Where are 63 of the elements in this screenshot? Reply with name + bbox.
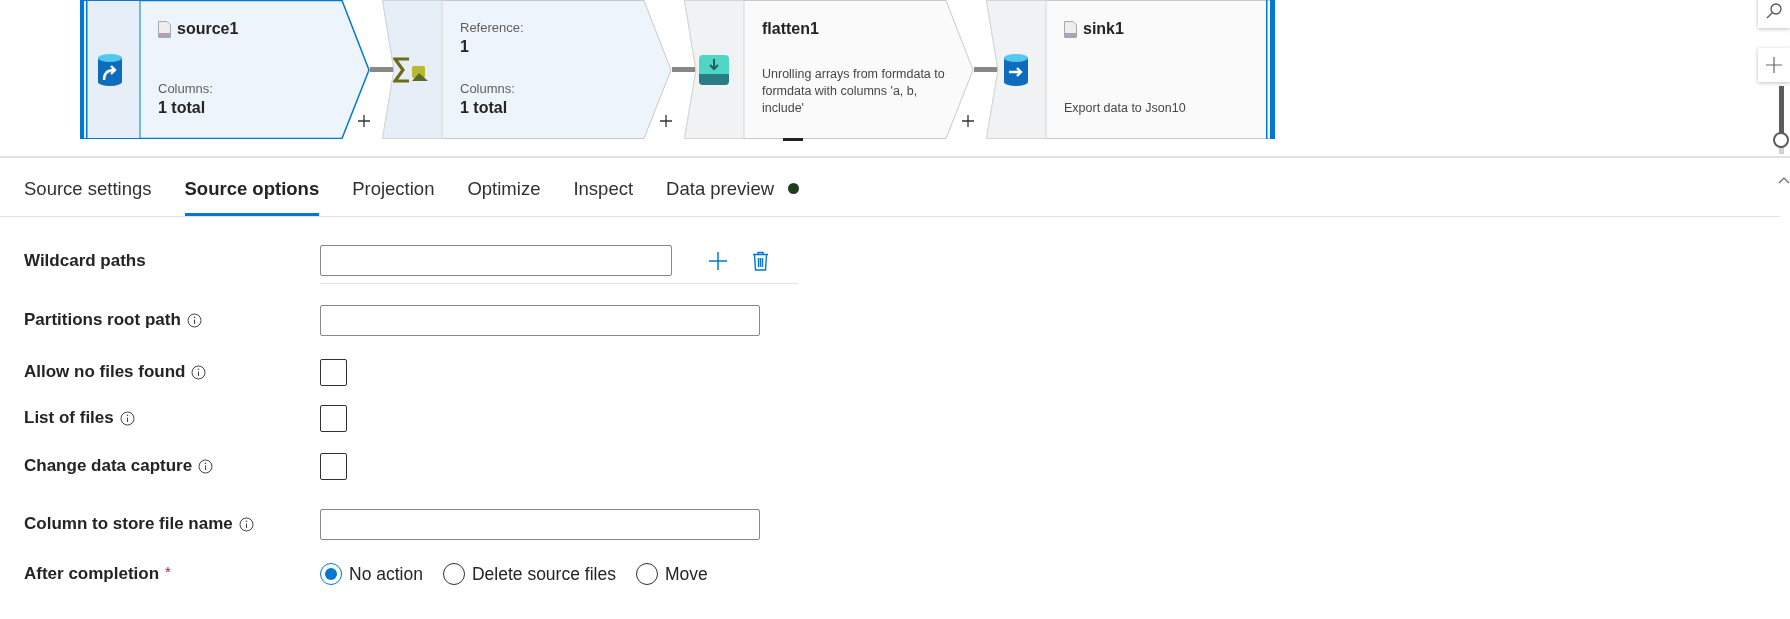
node-title: flatten1 — [762, 20, 819, 38]
database-arrow-icon — [97, 52, 123, 87]
trash-icon — [752, 250, 769, 271]
radio-option[interactable]: Delete source files — [442, 563, 616, 585]
node-description: Export data to Json10 — [1064, 100, 1187, 117]
plus-icon — [962, 115, 974, 127]
field-label: Column to store file name — [24, 514, 233, 534]
plus-icon — [708, 250, 728, 271]
info-icon[interactable] — [119, 410, 135, 426]
text-field[interactable] — [320, 245, 672, 276]
plus-icon — [358, 115, 370, 127]
field-label: Partitions root path — [24, 310, 181, 330]
checkbox[interactable] — [320, 358, 347, 386]
text-field[interactable] — [320, 508, 760, 540]
add-button[interactable] — [356, 113, 372, 129]
radio-option[interactable]: Move — [635, 563, 708, 585]
detail-label: Columns: — [460, 81, 516, 96]
tab[interactable]: Source options — [184, 158, 320, 216]
tab[interactable]: Projection — [352, 158, 435, 216]
delete-button[interactable] — [752, 250, 769, 271]
text-field[interactable] — [320, 304, 760, 336]
required-mark: * — [165, 562, 171, 580]
info-icon[interactable] — [186, 312, 202, 328]
detail-value: 1 total — [460, 99, 509, 117]
field-label: Change data capture — [24, 456, 193, 476]
pipeline-node[interactable]: Reference: 1 Columns: 1 total — [382, 0, 672, 139]
tab[interactable]: Optimize — [467, 158, 541, 216]
plus-icon — [660, 115, 672, 127]
splitter-handle[interactable] — [783, 138, 803, 141]
pipeline-node[interactable]: source1 Columns: 1 total — [80, 0, 370, 139]
chevron-up-icon[interactable] — [1778, 176, 1790, 184]
field-label: After completion — [24, 564, 160, 584]
pipeline-node[interactable]: flatten1 Unrolling arrays from formdata to formdata with columns 'a, b, include' — [684, 0, 974, 139]
tab[interactable]: Source settings — [24, 158, 152, 216]
detail-label: Columns: — [158, 81, 214, 96]
field-label: Allow no files found — [24, 362, 186, 382]
add-button[interactable] — [708, 250, 728, 271]
tab[interactable]: Data preview — [666, 158, 800, 216]
field-label: Wildcard paths — [24, 251, 146, 271]
download-box-icon — [699, 54, 729, 85]
detail-value: 1 total — [158, 99, 207, 117]
add-button[interactable] — [960, 113, 976, 129]
database-arrow-icon — [1003, 52, 1029, 87]
checkbox[interactable] — [320, 452, 347, 480]
add-button[interactable] — [658, 113, 674, 129]
radio-option[interactable]: No action — [320, 563, 423, 585]
search-button[interactable] — [1758, 0, 1790, 28]
slider-thumb[interactable] — [1773, 132, 1789, 149]
info-icon[interactable] — [238, 516, 254, 532]
plus-icon — [1765, 56, 1783, 74]
zoom-slider[interactable] — [1772, 86, 1790, 154]
pipeline-node[interactable]: sink1 Export data to Json10 — [986, 0, 1276, 139]
search-icon — [1765, 2, 1783, 20]
detail-value: 1 — [460, 38, 470, 56]
node-title: sink1 — [1083, 20, 1124, 38]
node-title: source1 — [177, 20, 239, 38]
checkbox[interactable] — [320, 404, 347, 432]
detail-label: Reference: — [460, 20, 525, 35]
field-label: List of files — [24, 408, 114, 428]
tab[interactable]: Inspect — [573, 158, 634, 216]
info-icon[interactable] — [191, 364, 207, 380]
node-description: Unrolling arrays from formdata to formdata with columns 'a, b, include' — [762, 66, 946, 117]
info-icon[interactable] — [198, 458, 214, 474]
